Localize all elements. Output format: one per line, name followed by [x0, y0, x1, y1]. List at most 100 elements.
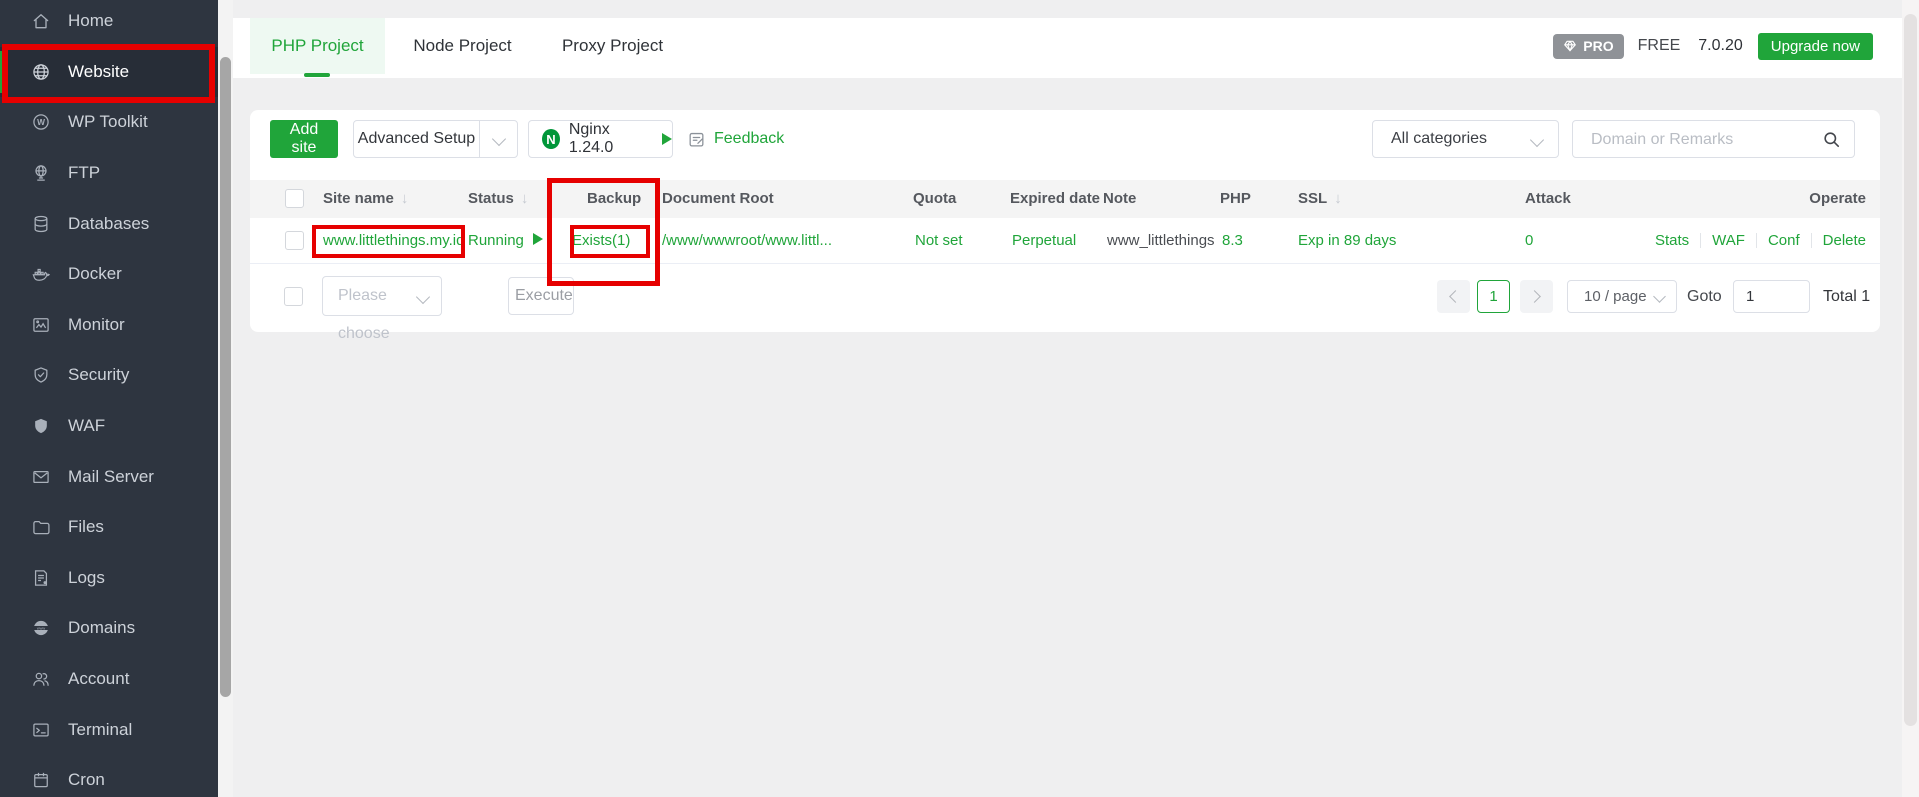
- pro-badge-label: PRO: [1583, 38, 1614, 54]
- sites-panel: Add site Advanced Setup N Nginx 1.24.0 F…: [250, 110, 1880, 342]
- search-input[interactable]: [1589, 123, 1813, 157]
- sidebar-item-terminal[interactable]: Terminal: [0, 704, 218, 755]
- site-name-link[interactable]: www.littlethings.my.id: [323, 218, 464, 263]
- sidebar-scrollbar-thumb[interactable]: [220, 57, 231, 697]
- sidebar-item-docker[interactable]: Docker: [0, 249, 218, 300]
- site-search: [1572, 120, 1855, 158]
- sidebar-item-ftp[interactable]: FTP: [0, 148, 218, 199]
- tab-label: Node Project: [413, 36, 512, 55]
- sort-desc-icon[interactable]: [401, 190, 409, 207]
- column-header-document-root: Document Root: [662, 190, 774, 207]
- calendar-icon: [31, 770, 51, 790]
- sidebar-item-home[interactable]: Home: [0, 0, 218, 47]
- column-header-php: PHP: [1220, 190, 1251, 207]
- goto-page-input[interactable]: [1733, 280, 1810, 313]
- chevron-down-icon: [1653, 290, 1666, 303]
- ssl-cell[interactable]: Exp in 89 days: [1298, 218, 1396, 263]
- diamond-icon: [1563, 39, 1577, 53]
- execute-button[interactable]: Execute: [508, 277, 574, 315]
- page-size-select[interactable]: 10 / page: [1567, 280, 1677, 313]
- folder-icon: [31, 517, 51, 537]
- status-cell[interactable]: Running: [468, 218, 543, 263]
- stats-link[interactable]: Stats: [1655, 232, 1689, 249]
- tab-label: PHP Project: [271, 36, 364, 55]
- backup-cell[interactable]: Exists(1): [572, 218, 630, 263]
- note-cell[interactable]: www_littlethings: [1107, 218, 1215, 263]
- page-scrollbar[interactable]: [1902, 0, 1919, 797]
- search-icon[interactable]: [1822, 130, 1841, 149]
- sidebar-scrollbar[interactable]: [218, 0, 233, 797]
- version-number[interactable]: 7.0.20: [1698, 37, 1742, 55]
- tab-php-project[interactable]: PHP Project: [250, 18, 385, 74]
- advanced-setup-label[interactable]: Advanced Setup: [354, 121, 479, 157]
- column-header-site-name[interactable]: Site name: [323, 180, 408, 218]
- add-site-button[interactable]: Add site: [270, 120, 338, 158]
- shield-filled-icon: [31, 416, 51, 436]
- tab-proxy-project[interactable]: Proxy Project: [540, 18, 685, 74]
- pro-badge[interactable]: PRO: [1553, 33, 1624, 59]
- sidebar-item-label: Mail Server: [68, 466, 154, 486]
- column-header-expired-date: Expired date: [1010, 190, 1101, 207]
- waf-link[interactable]: WAF: [1712, 232, 1745, 249]
- sidebar-item-label: Domains: [68, 618, 136, 638]
- topbar-right: PRO FREE 7.0.20 Upgrade now: [1553, 18, 1873, 74]
- sidebar-item-security[interactable]: Security: [0, 350, 218, 401]
- feedback-form-icon: [687, 130, 706, 149]
- bulk-select-checkbox[interactable]: [284, 287, 303, 306]
- monitor-chart-icon: [31, 315, 51, 335]
- expired-date-cell[interactable]: Perpetual: [1012, 218, 1076, 263]
- page-scrollbar-thumb[interactable]: [1904, 14, 1917, 726]
- sidebar-item-account[interactable]: Account: [0, 654, 218, 705]
- sidebar-item-logs[interactable]: Logs: [0, 553, 218, 604]
- sidebar-item-databases[interactable]: Databases: [0, 198, 218, 249]
- sidebar-item-cron[interactable]: Cron: [0, 755, 218, 797]
- sort-desc-icon[interactable]: [521, 190, 529, 207]
- column-header-ssl[interactable]: SSL: [1298, 180, 1342, 218]
- feedback-link[interactable]: Feedback: [687, 120, 784, 158]
- sidebar-item-label: Website: [68, 61, 130, 81]
- divider: [1755, 233, 1757, 248]
- sidebar-nav: Home Website W WP Toolkit FTP Databases …: [0, 0, 218, 797]
- sidebar-item-wp-toolkit[interactable]: W WP Toolkit: [0, 97, 218, 148]
- running-play-icon[interactable]: [532, 233, 543, 245]
- divider: [479, 121, 480, 157]
- sidebar-item-label: WP Toolkit: [68, 112, 148, 132]
- sidebar-item-website[interactable]: Website: [0, 46, 218, 98]
- total-count: Total 1: [1823, 288, 1871, 305]
- category-filter-value: All categories: [1391, 130, 1488, 147]
- tab-node-project[interactable]: Node Project: [385, 18, 540, 74]
- select-all-checkbox[interactable]: [285, 189, 304, 208]
- shield-check-icon: [31, 365, 51, 385]
- sidebar-item-domains[interactable]: www Domains: [0, 603, 218, 654]
- users-icon: [31, 669, 51, 689]
- sidebar-item-waf[interactable]: WAF: [0, 401, 218, 452]
- advanced-setup-split-button[interactable]: Advanced Setup: [353, 120, 518, 158]
- sidebar-item-label: Home: [68, 11, 114, 31]
- php-version-cell[interactable]: 8.3: [1222, 218, 1243, 263]
- next-page-button[interactable]: [1520, 280, 1553, 313]
- attack-cell[interactable]: 0: [1525, 218, 1533, 263]
- row-checkbox[interactable]: [285, 231, 304, 250]
- table-header-row: Site name Status Backup Document Root Qu…: [250, 180, 1880, 218]
- sidebar-item-files[interactable]: Files: [0, 502, 218, 553]
- page-size-value: 10 / page: [1584, 288, 1647, 305]
- document-root-link[interactable]: /www/wwwroot/www.littl...: [662, 218, 832, 263]
- chevron-down-icon[interactable]: [491, 131, 507, 147]
- project-tabbar: PHP Project Node Project Proxy Project P…: [233, 18, 1902, 78]
- upgrade-now-button[interactable]: Upgrade now: [1757, 32, 1873, 60]
- column-header-note: Note: [1103, 190, 1137, 207]
- sort-desc-icon[interactable]: [1334, 190, 1342, 207]
- sidebar-item-label: Terminal: [68, 719, 133, 739]
- sidebar-item-mail-server[interactable]: Mail Server: [0, 451, 218, 502]
- sidebar-item-monitor[interactable]: Monitor: [0, 300, 218, 351]
- quota-cell[interactable]: Not set: [915, 218, 963, 263]
- current-page-button[interactable]: 1: [1477, 280, 1510, 313]
- category-filter-select[interactable]: All categories: [1372, 120, 1559, 158]
- delete-link[interactable]: Delete: [1823, 232, 1866, 249]
- webserver-button[interactable]: N Nginx 1.24.0: [528, 120, 673, 158]
- column-header-status[interactable]: Status: [468, 180, 528, 218]
- sidebar-item-label: Files: [68, 517, 104, 537]
- conf-link[interactable]: Conf: [1768, 232, 1800, 249]
- previous-page-button[interactable]: [1437, 280, 1470, 313]
- bulk-action-select[interactable]: Please choose: [322, 276, 442, 342]
